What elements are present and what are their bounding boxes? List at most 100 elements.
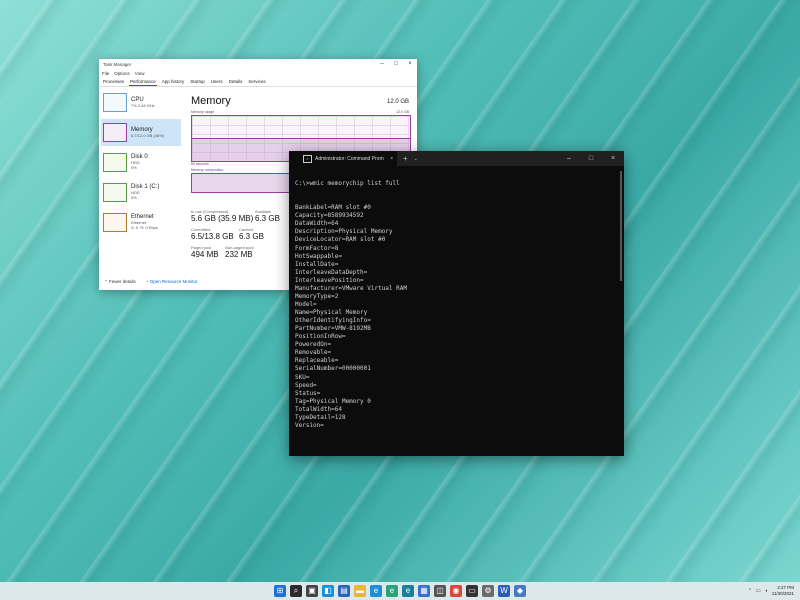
terminal-line: Version= [295, 421, 324, 429]
stat-value: 6.3 GB [255, 214, 280, 223]
network-icon[interactable]: ▭ [756, 588, 761, 594]
terminal-line: SerialNumber=00000001 [295, 365, 371, 373]
memory-total: 12.0 GB [386, 99, 409, 105]
terminal-line: Removable= [295, 349, 332, 357]
close-icon[interactable]: × [403, 61, 417, 67]
task-manager-title: Task Manager [103, 61, 132, 67]
minimize-icon[interactable]: – [375, 61, 389, 67]
maximize-icon[interactable]: □ [580, 155, 602, 162]
stat-committed: Committed 6.5/13.8 GB [191, 227, 234, 241]
terminal-line: InstallDate= [295, 260, 339, 268]
stat-value: 5.6 GB (35.9 MB) [191, 214, 254, 223]
memory-usage-max: 12.0 GB [396, 110, 409, 114]
tab-processes[interactable]: Processes [102, 78, 125, 85]
terminal-line: SKU= [295, 373, 310, 381]
command-prompt-window[interactable]: > Administrator: Command Prom × + ⌄ – □ … [289, 151, 624, 456]
terminal-line: PoweredOn= [295, 341, 332, 349]
edge-icon[interactable]: e [370, 585, 382, 597]
stat-available: Available 6.3 GB [255, 209, 280, 223]
task-manager-icon[interactable]: ▤ [338, 585, 350, 597]
close-tab-icon[interactable]: × [390, 156, 393, 162]
sidebar-item-disk1[interactable]: Disk 1 (C:) HDD 0% [101, 179, 181, 206]
stat-value: 494 MB [191, 250, 219, 259]
clock[interactable]: 2:27 PM 11/30/2021 [772, 585, 794, 597]
edge-beta-icon[interactable]: e [386, 585, 398, 597]
terminal-output[interactable]: C:\>wmic memorychip list full BankLabel=… [289, 166, 624, 430]
chevron-up-icon[interactable]: ⌃ [748, 588, 752, 594]
terminal-line: C:\>wmic memorychip list full [295, 180, 400, 187]
open-resource-monitor-link[interactable]: ◔ Open Resource Monitor [146, 279, 198, 285]
menu-options[interactable]: Options [114, 71, 130, 76]
sidebar-item-sub: Ethernet S: 0 R: 0 Kbps [131, 220, 158, 230]
sidebar-item-cpu[interactable]: CPU 7% 2.46 GHz [101, 89, 181, 116]
sidebar-item-disk0[interactable]: Disk 0 HDD 0% [101, 149, 181, 176]
sidebar-item-ethernet[interactable]: Ethernet Ethernet S: 0 R: 0 Kbps [101, 209, 181, 236]
stat-non-paged-pool: Non-paged pool 232 MB [225, 245, 253, 259]
terminal-line: Replaceable= [295, 357, 339, 365]
terminal-icon[interactable]: ▭ [466, 585, 478, 597]
menu-file[interactable]: File [102, 71, 109, 76]
terminal-tab[interactable]: > Administrator: Command Prom × [289, 151, 397, 166]
stat-in-use: In use (Compressed) 5.6 GB (35.9 MB) [191, 209, 253, 223]
clock-date: 11/30/2021 [771, 591, 794, 596]
memory-usage-label: Memory usage [191, 110, 215, 114]
resource-monitor-label: Open Resource Monitor [149, 279, 198, 284]
terminal-line: BankLabel=RAM slot #0 [295, 204, 371, 212]
chevron-down-icon[interactable]: ⌄ [414, 156, 418, 162]
task-manager-titlebar[interactable]: Task Manager – □ × [99, 59, 417, 69]
tab-users[interactable]: Users [210, 78, 224, 85]
terminal-scrollbar[interactable] [620, 171, 622, 281]
terminal-line: FormFactor=8 [295, 244, 339, 252]
terminal-tab-title: Administrator: Command Prom [315, 155, 384, 162]
sidebar-item-sub: HDD 0% [131, 190, 140, 200]
close-icon[interactable]: × [602, 155, 624, 162]
tab-app-history[interactable]: App history [161, 78, 186, 85]
composition-label: Memory composition [191, 168, 224, 172]
search-icon[interactable]: ⌕ [290, 585, 302, 597]
task-manager-tabs: Processes Performance App history Startu… [99, 77, 417, 87]
tab-services[interactable]: Services [247, 78, 266, 85]
new-tab-icon[interactable]: + [403, 154, 408, 163]
terminal-tab-bar[interactable]: > Administrator: Command Prom × + ⌄ – □ … [289, 151, 624, 166]
store-icon[interactable]: ▦ [418, 585, 430, 597]
sidebar-item-sub: 5.7/12.0 GB (48%) [131, 132, 165, 138]
terminal-line: TypeDetail=128 [295, 413, 346, 421]
fewer-details-button[interactable]: ⌃ Fewer details [104, 279, 136, 285]
terminal-line: InterleavePosition= [295, 276, 364, 284]
terminal-line: DataWidth=64 [295, 220, 339, 228]
memory-title: Memory [191, 95, 231, 107]
volume-icon[interactable]: ◖ [765, 588, 768, 594]
disk-graph-thumbnail [103, 183, 127, 202]
tab-details[interactable]: Details [228, 78, 244, 85]
maximize-icon[interactable]: □ [389, 61, 403, 67]
file-explorer-icon[interactable]: ▬ [354, 585, 366, 597]
taskbar-apps: ⊞ ⌕ ▣ ◧ ▤ ▬ e e e ▦ ◫ ◉ ▭ ⚙ W ◆ [0, 582, 800, 600]
terminal-line: TotalWidth=64 [295, 405, 342, 413]
word-icon[interactable]: W [498, 585, 510, 597]
menu-view[interactable]: View [135, 71, 145, 76]
settings-icon[interactable]: ⚙ [482, 585, 494, 597]
terminal-line: Description=Physical Memory [295, 228, 393, 236]
stat-paged-pool: Paged pool 494 MB [191, 245, 219, 259]
sidebar-item-memory[interactable]: Memory 5.7/12.0 GB (48%) [101, 119, 181, 146]
performance-sidebar: CPU 7% 2.46 GHz Memory 5.7/12.0 GB (48%) D… [101, 89, 181, 239]
task-manager-footer: ⌃ Fewer details ◔ Open Resource Monitor [104, 279, 198, 285]
disk-graph-thumbnail [103, 153, 127, 172]
taskbar: ⊞ ⌕ ▣ ◧ ▤ ▬ e e e ▦ ◫ ◉ ▭ ⚙ W ◆ ⌃ ▭ ◖ 2:27 PM 11/30/202… [0, 582, 800, 600]
task-view-icon[interactable]: ▣ [306, 585, 318, 597]
widgets-icon[interactable]: ◧ [322, 585, 334, 597]
tab-startup[interactable]: Startup [189, 78, 206, 85]
edge-dev-icon[interactable]: e [402, 585, 414, 597]
memory-composition-fill [192, 174, 298, 192]
stat-cached: Cached 6.3 GB [239, 227, 264, 241]
chrome-icon[interactable]: ◉ [450, 585, 462, 597]
minimize-icon[interactable]: – [558, 155, 580, 162]
vm-icon[interactable]: ◫ [434, 585, 446, 597]
start-icon[interactable]: ⊞ [274, 585, 286, 597]
app-icon[interactable]: ◆ [514, 585, 526, 597]
sidebar-item-sub: 7% 2.46 GHz [131, 102, 155, 108]
terminal-line: OtherIdentifyingInfo= [295, 317, 371, 325]
tab-performance[interactable]: Performance [129, 78, 157, 86]
cmd-tab-icon: > [303, 154, 312, 163]
